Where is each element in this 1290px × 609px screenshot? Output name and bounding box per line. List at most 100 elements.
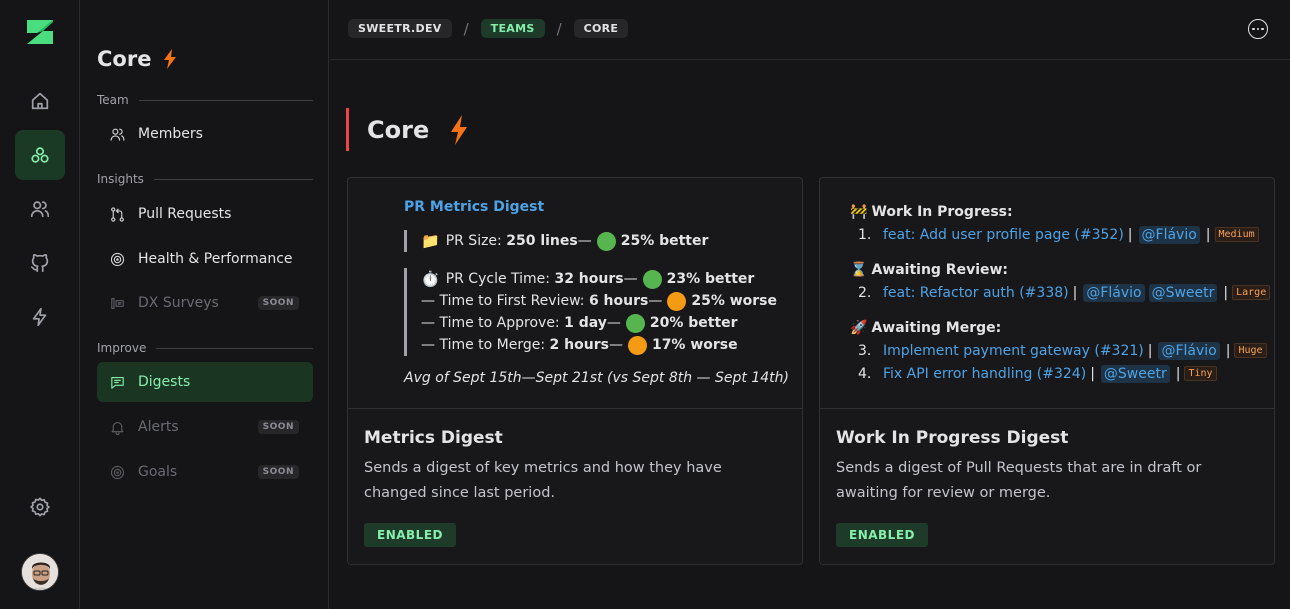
wip-digest-preview: 🚧 Work In Progress: 1. feat: Add user pr… xyxy=(820,178,1274,409)
section-team: Team xyxy=(97,93,313,107)
breadcrumb-teams[interactable]: TEAMS xyxy=(480,19,545,38)
wip-group: 🚧 Work In Progress: 1. feat: Add user pr… xyxy=(850,201,1259,246)
target-icon xyxy=(110,465,125,479)
users-icon xyxy=(110,128,125,141)
github-icon xyxy=(30,253,49,273)
pr-link[interactable]: Implement payment gateway (#321) xyxy=(883,343,1144,359)
dot-icon xyxy=(1256,27,1260,31)
better-dot-icon xyxy=(596,231,616,251)
sidebar-item-digests[interactable]: Digests xyxy=(97,362,313,402)
page-title-text: Core xyxy=(367,115,430,144)
user-mention[interactable]: @Flávio xyxy=(1158,341,1220,360)
soon-badge: SOON xyxy=(257,420,299,434)
users-icon xyxy=(30,201,50,218)
metrics-digest-card[interactable]: PR Metrics Digest 📁 PR Size: 250 lines —… xyxy=(347,177,803,565)
section-insights: Insights xyxy=(97,172,313,186)
gear-icon xyxy=(30,497,50,517)
avatar-image xyxy=(22,554,58,590)
user-mention[interactable]: @Sweetr xyxy=(1148,283,1218,302)
folder-icon: 📁 xyxy=(421,232,440,250)
pr-size-line: 📁 PR Size: 250 lines — 25% better xyxy=(421,231,709,251)
worse-dot-icon xyxy=(667,291,687,311)
list-item: 4. Fix API error handling (#324) | @Swee… xyxy=(850,362,1267,385)
pr-size-tag: Large xyxy=(1232,285,1271,300)
sidebar-item-dx-surveys: DX Surveys SOON xyxy=(97,283,313,323)
team-sidebar: Core Team Members Insights Pull Requests… xyxy=(81,0,329,609)
card-description: Sends a digest of Pull Requests that are… xyxy=(836,460,1202,501)
wip-heading: 🚧 Work In Progress: xyxy=(850,204,1013,220)
user-mention[interactable]: @Flávio xyxy=(1083,283,1145,302)
user-mention[interactable]: @Sweetr xyxy=(1100,364,1170,383)
user-avatar[interactable] xyxy=(21,553,59,591)
preview-heading: PR Metrics Digest xyxy=(404,199,545,215)
card-body: Work In Progress Digest Sends a digest o… xyxy=(836,428,1258,506)
sidebar-item-health-performance[interactable]: Health & Performance xyxy=(97,239,313,279)
user-mention[interactable]: @Flávio xyxy=(1138,225,1200,244)
pr-size-block: 📁 PR Size: 250 lines — 25% better xyxy=(404,230,708,252)
sweetr-logo[interactable] xyxy=(25,18,55,46)
stopwatch-icon: ⏱️ xyxy=(421,270,440,288)
breadcrumb-team[interactable]: CORE xyxy=(573,19,629,38)
git-pull-request-icon xyxy=(111,206,124,222)
teams-icon xyxy=(31,147,49,163)
breadcrumb-separator: / xyxy=(463,19,469,38)
better-dot-icon xyxy=(642,269,662,289)
dot-icon xyxy=(1261,27,1264,31)
list-item: 1. feat: Add user profile page (#352) | … xyxy=(850,223,1259,246)
status-badge: ENABLED xyxy=(836,523,928,547)
sidebar-item-goals: Goals SOON xyxy=(97,452,313,492)
hourglass-icon: ⌛ xyxy=(850,262,868,278)
card-description: Sends a digest of key metrics and how th… xyxy=(364,460,722,501)
automations-button[interactable] xyxy=(15,292,65,342)
construction-icon: 🚧 xyxy=(850,204,868,220)
team-title: Core xyxy=(97,47,177,71)
first-review-line: — Time to First Review: 6 hours — 25% wo… xyxy=(421,291,778,311)
sidebar-item-alerts: Alerts SOON xyxy=(97,407,313,447)
list-item: 3. Implement payment gateway (#321) | @F… xyxy=(850,339,1267,362)
sidebar-item-members[interactable]: Members xyxy=(97,114,313,154)
preview-footer: Avg of Sept 15th—Sept 21st (vs Sept 8th … xyxy=(404,370,789,386)
review-group: ⌛ Awaiting Review: 2. feat: Refactor aut… xyxy=(850,259,1271,304)
top-bar: SWEETR.DEV / TEAMS / CORE xyxy=(330,0,1290,60)
page-title: Core xyxy=(346,108,469,151)
sidebar-item-label: Health & Performance xyxy=(138,251,293,267)
pr-link[interactable]: Fix API error handling (#324) xyxy=(883,366,1086,382)
card-body: Metrics Digest Sends a digest of key met… xyxy=(364,428,786,506)
pr-size-tag: Medium xyxy=(1214,227,1259,242)
merge-heading: 🚀 Awaiting Merge: xyxy=(850,320,1002,336)
icon-rail xyxy=(0,0,80,609)
soon-badge: SOON xyxy=(257,465,299,479)
people-button[interactable] xyxy=(15,184,65,234)
health-icon xyxy=(110,252,125,266)
card-title: Metrics Digest xyxy=(364,428,503,448)
message-icon xyxy=(111,376,124,389)
cycle-time-block: ⏱️ PR Cycle Time: 32 hours — 23% better … xyxy=(404,268,777,356)
more-options-button[interactable] xyxy=(1248,19,1268,39)
sidebar-item-label: Members xyxy=(138,126,203,142)
review-heading: ⌛ Awaiting Review: xyxy=(850,262,1009,278)
lightning-icon xyxy=(164,49,177,69)
sidebar-item-pull-requests[interactable]: Pull Requests xyxy=(97,194,313,234)
breadcrumb-org[interactable]: SWEETR.DEV xyxy=(348,19,452,38)
merge-group: 🚀 Awaiting Merge: 3. Implement payment g… xyxy=(850,317,1267,385)
status-badge: ENABLED xyxy=(364,523,456,547)
lightning-icon xyxy=(451,114,468,145)
github-button[interactable] xyxy=(15,238,65,288)
pr-link[interactable]: feat: Refactor auth (#338) xyxy=(883,285,1069,301)
approve-line: — Time to Approve: 1 day — 20% better xyxy=(421,313,738,333)
teams-button[interactable] xyxy=(15,130,65,180)
soon-badge: SOON xyxy=(257,296,299,310)
sidebar-item-label: Alerts xyxy=(138,419,179,435)
card-title: Work In Progress Digest xyxy=(836,428,1069,448)
cycle-time-line: ⏱️ PR Cycle Time: 32 hours — 23% better xyxy=(421,269,755,289)
home-button[interactable] xyxy=(15,76,65,126)
breadcrumb: SWEETR.DEV / TEAMS / CORE xyxy=(348,19,629,38)
sidebar-item-label: DX Surveys xyxy=(138,295,219,311)
app: Core Team Members Insights Pull Requests… xyxy=(0,0,1290,609)
dot-icon xyxy=(1252,27,1255,31)
wip-digest-card[interactable]: 🚧 Work In Progress: 1. feat: Add user pr… xyxy=(819,177,1275,565)
settings-button[interactable] xyxy=(15,482,65,532)
pr-link[interactable]: feat: Add user profile page (#352) xyxy=(883,227,1124,243)
lightning-icon xyxy=(32,307,47,327)
pr-size-tag: Huge xyxy=(1234,343,1267,358)
